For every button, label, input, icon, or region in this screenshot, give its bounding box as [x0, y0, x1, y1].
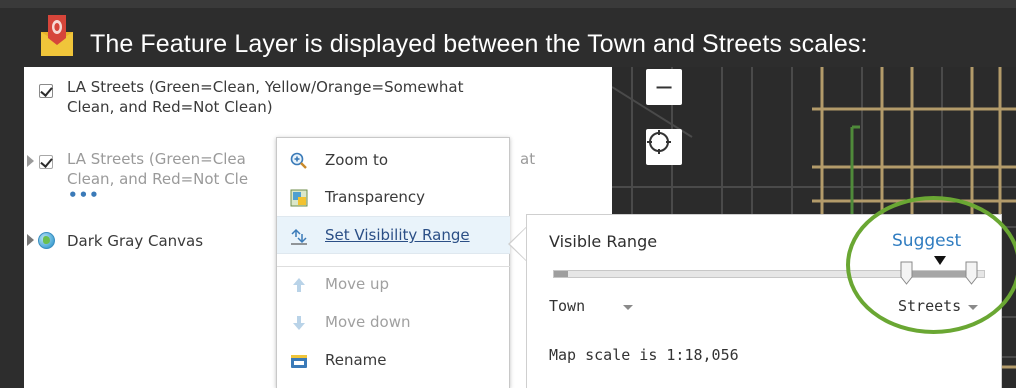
layer-title[interactable]: LA Streets (Green=Clean, Yellow/Orange=S…: [67, 77, 463, 117]
locate-icon: [647, 130, 671, 154]
menu-item-label: Transparency: [325, 188, 426, 206]
transparency-icon: [290, 189, 308, 207]
more-options-ellipsis[interactable]: •••: [68, 186, 100, 204]
top-bar: [0, 0, 1016, 8]
zoom-to-icon: [290, 152, 307, 169]
menu-item-rename[interactable]: Rename: [277, 342, 510, 380]
layer-title-line1: LA Streets (Green=Clean, Yellow/Orange=S…: [67, 78, 464, 96]
zoom-out-button[interactable]: −: [646, 69, 682, 105]
menu-item-label: Move up: [325, 275, 390, 293]
menu-item-transparency[interactable]: Transparency: [277, 179, 510, 217]
slider-track-start: [554, 271, 568, 277]
slider-min-handle[interactable]: [900, 261, 913, 285]
header-caption: The Feature Layer is displayed between t…: [90, 30, 868, 58]
menu-item-zoom-to[interactable]: Zoom to: [277, 142, 510, 180]
rename-icon: [291, 355, 307, 368]
feature-layer-badge-icon: [38, 12, 76, 58]
layer-title-overflow: at: [520, 150, 536, 168]
minus-icon: −: [653, 73, 675, 101]
menu-item-label: Set Visibility Range: [325, 226, 470, 244]
layer-title-line1: LA Streets (Green=Clea: [67, 150, 246, 168]
chevron-down-icon[interactable]: [968, 305, 978, 310]
max-scale-dropdown[interactable]: Streets: [898, 297, 961, 315]
visible-range-title: Visible Range: [549, 232, 658, 251]
slider-max-handle[interactable]: [965, 261, 978, 285]
map-scale-readout: Map scale is 1:18,056: [549, 346, 739, 364]
basemap-globe-icon: [38, 232, 55, 249]
expand-chevron-icon[interactable]: [27, 155, 34, 167]
min-scale-dropdown[interactable]: Town: [549, 297, 585, 315]
arrow-down-icon: [293, 316, 305, 330]
expand-chevron-icon[interactable]: [27, 234, 34, 246]
scale-range-slider[interactable]: [553, 270, 985, 278]
chevron-down-icon[interactable]: [623, 305, 633, 310]
current-scale-marker-icon: [934, 256, 946, 265]
menu-item-move-down[interactable]: Move down: [277, 304, 510, 342]
layer-title[interactable]: LA Streets (Green=Clea Clean, and Red=No…: [67, 149, 248, 189]
layer-title-line2: Clean, and Red=Not Clean): [67, 98, 273, 116]
suggest-link[interactable]: Suggest: [892, 231, 961, 251]
basemap-title[interactable]: Dark Gray Canvas: [67, 231, 203, 251]
visibility-range-icon: [291, 228, 307, 245]
menu-item-label: Rename: [325, 351, 387, 369]
locate-button[interactable]: [646, 129, 682, 165]
menu-item-set-visibility-range[interactable]: Set Visibility Range: [277, 216, 510, 254]
menu-item-label: Move down: [325, 313, 411, 331]
arrow-up-icon: [293, 278, 305, 292]
popup-pointer-fill: [510, 227, 527, 261]
layer-visibility-checkbox[interactable]: [39, 155, 53, 169]
menu-item-label: Zoom to: [325, 151, 389, 169]
visibility-range-popup: Visible Range Suggest Town Streets Map s…: [526, 214, 1002, 388]
layer-context-menu: Zoom to Transparency Set Visibility Rang…: [276, 137, 510, 388]
layer-visibility-checkbox[interactable]: [39, 84, 53, 98]
menu-item-move-up[interactable]: Move up: [277, 266, 510, 304]
